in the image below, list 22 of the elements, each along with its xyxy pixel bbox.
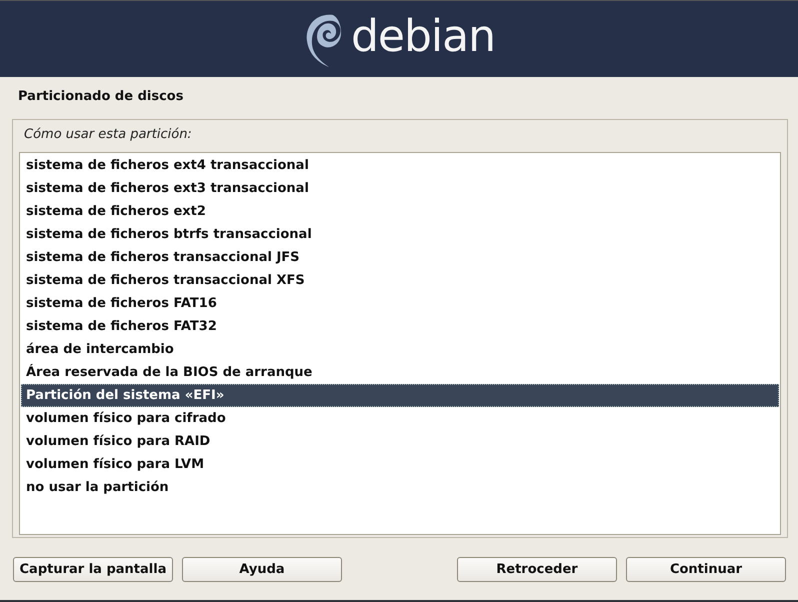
prompt-label: Cómo usar esta partición: xyxy=(23,126,193,144)
list-item[interactable]: sistema de ficheros ext2 xyxy=(21,200,779,223)
list-item[interactable]: sistema de ficheros FAT16 xyxy=(21,292,779,315)
list-item[interactable]: sistema de ficheros FAT32 xyxy=(21,315,779,338)
list-item[interactable]: sistema de ficheros transaccional XFS xyxy=(21,269,779,292)
logo-text: debian xyxy=(350,10,495,62)
list-item[interactable]: sistema de ficheros ext4 transaccional xyxy=(21,154,779,177)
list-item[interactable]: volumen físico para RAID xyxy=(21,430,779,453)
list-item[interactable]: Área reservada de la BIOS de arranque xyxy=(21,361,779,384)
list-item[interactable]: sistema de ficheros btrfs transaccional xyxy=(21,223,779,246)
screenshot-button[interactable]: Capturar la pantalla xyxy=(13,556,173,582)
list-item[interactable]: Partición del sistema «EFI» xyxy=(21,384,779,407)
list-item[interactable]: volumen físico para LVM xyxy=(21,453,779,476)
list-item[interactable]: sistema de ficheros transaccional JFS xyxy=(21,246,779,269)
continue-button[interactable]: Continuar xyxy=(626,556,786,582)
list-item[interactable]: área de intercambio xyxy=(21,338,779,361)
help-button[interactable]: Ayuda xyxy=(182,556,342,582)
list-item[interactable]: no usar la partición xyxy=(21,476,779,499)
page-title: Particionado de discos xyxy=(17,88,184,106)
back-button[interactable]: Retroceder xyxy=(457,556,617,582)
list-item[interactable]: volumen físico para cifrado xyxy=(21,407,779,430)
list-item[interactable]: sistema de ficheros ext3 transaccional xyxy=(21,177,779,200)
